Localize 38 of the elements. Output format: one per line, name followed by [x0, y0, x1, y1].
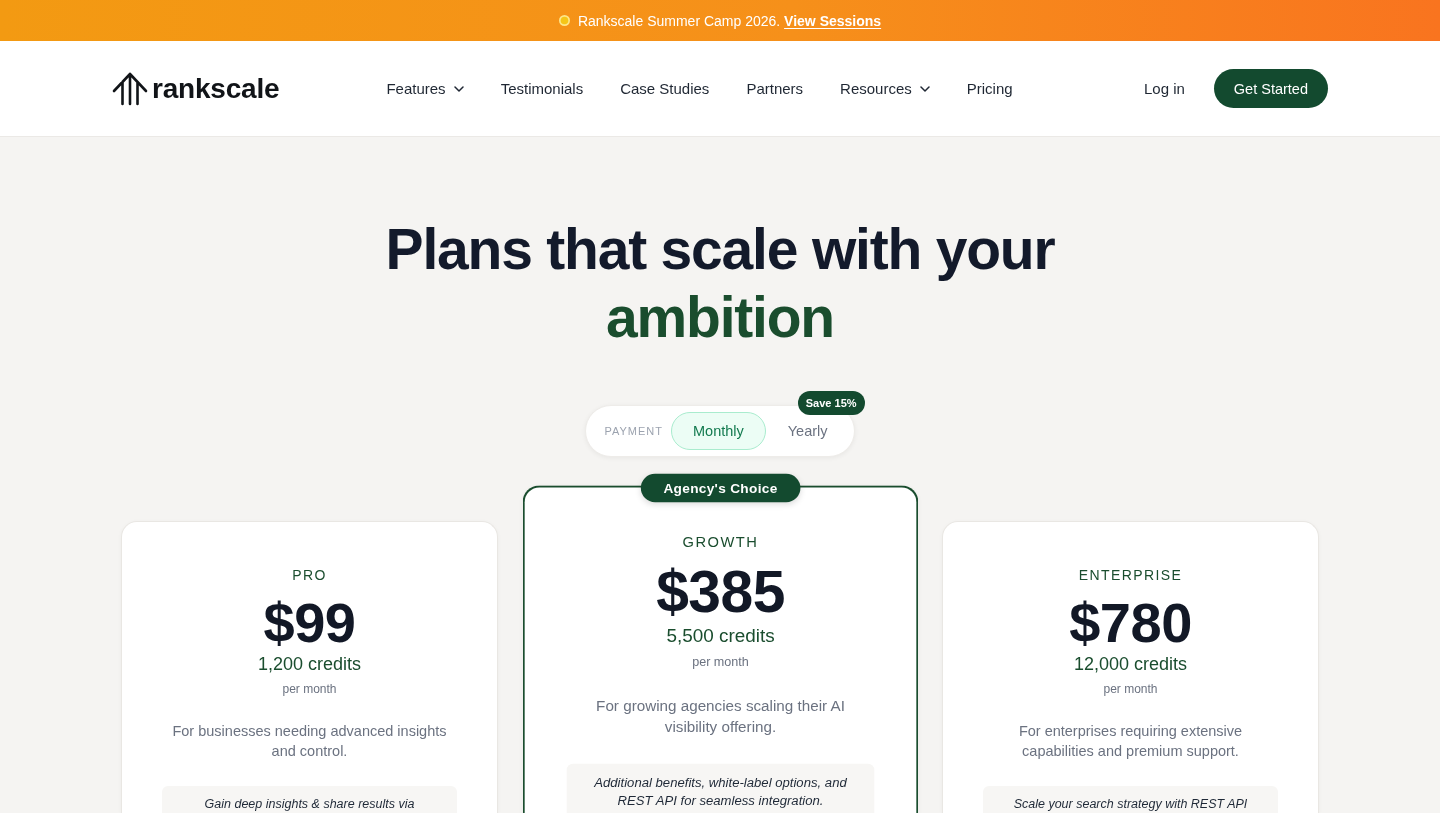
plan-badge: Agency's Choice: [639, 473, 801, 502]
page-heading: Plans that scale with your ambition: [384, 216, 1056, 351]
plan-price: $99: [262, 593, 357, 653]
plan-name: GROWTH: [681, 532, 759, 553]
tree-logo-icon: [112, 71, 148, 106]
nav-link[interactable]: Features: [386, 80, 464, 97]
plan-description: For businesses needing advanced insights and control.: [171, 722, 448, 761]
billing-option[interactable]: Yearly: [765, 412, 850, 450]
banner-text: Rankscale Summer Camp 2026. View Sessions: [577, 12, 882, 29]
plan-name: ENTERPRISE: [1077, 566, 1184, 585]
billing-period: per month: [1102, 681, 1159, 697]
plan-credits: 12,000 credits: [1072, 653, 1189, 676]
nav-link[interactable]: Resources: [840, 80, 930, 97]
chevron-down-icon: [919, 85, 930, 92]
plan-price: $385: [654, 560, 786, 624]
plan-name: PRO: [291, 566, 328, 585]
feature-note: Gain deep insights & share results via: [162, 786, 457, 813]
discount-badge: Save 15%: [797, 391, 865, 415]
billing-period: per month: [281, 681, 338, 697]
get-started-button[interactable]: Get Started: [1213, 69, 1328, 108]
logo-link[interactable]: rankscale: [112, 71, 280, 106]
nav-link[interactable]: Testimonials: [500, 80, 584, 97]
nav-link[interactable]: Partners: [746, 80, 804, 97]
billing-period: per month: [690, 653, 750, 670]
nav-link[interactable]: Case Studies: [620, 80, 710, 97]
chevron-down-icon: [453, 85, 464, 92]
feature-note: Additional benefits, white-label options, and REST API for seamless integration.: [566, 763, 874, 813]
plan-description: For growing agencies scaling their AI visibility offering.: [594, 696, 846, 737]
plan-credits: 5,500 credits: [664, 623, 776, 648]
plan-credits: 1,200 credits: [256, 653, 363, 676]
nav-link[interactable]: Pricing: [966, 80, 1013, 97]
plan-price: $780: [1068, 593, 1193, 653]
feature-note: Scale your search strategy with REST API: [983, 786, 1278, 813]
sun-icon: [558, 15, 570, 26]
billing-option[interactable]: Monthly: [671, 412, 766, 450]
login-link[interactable]: Log in: [1143, 80, 1185, 97]
plan-description: For enterprises requiring extensive capabilities and premium support.: [1017, 722, 1244, 761]
toggle-label: PAYMENT: [604, 425, 663, 437]
